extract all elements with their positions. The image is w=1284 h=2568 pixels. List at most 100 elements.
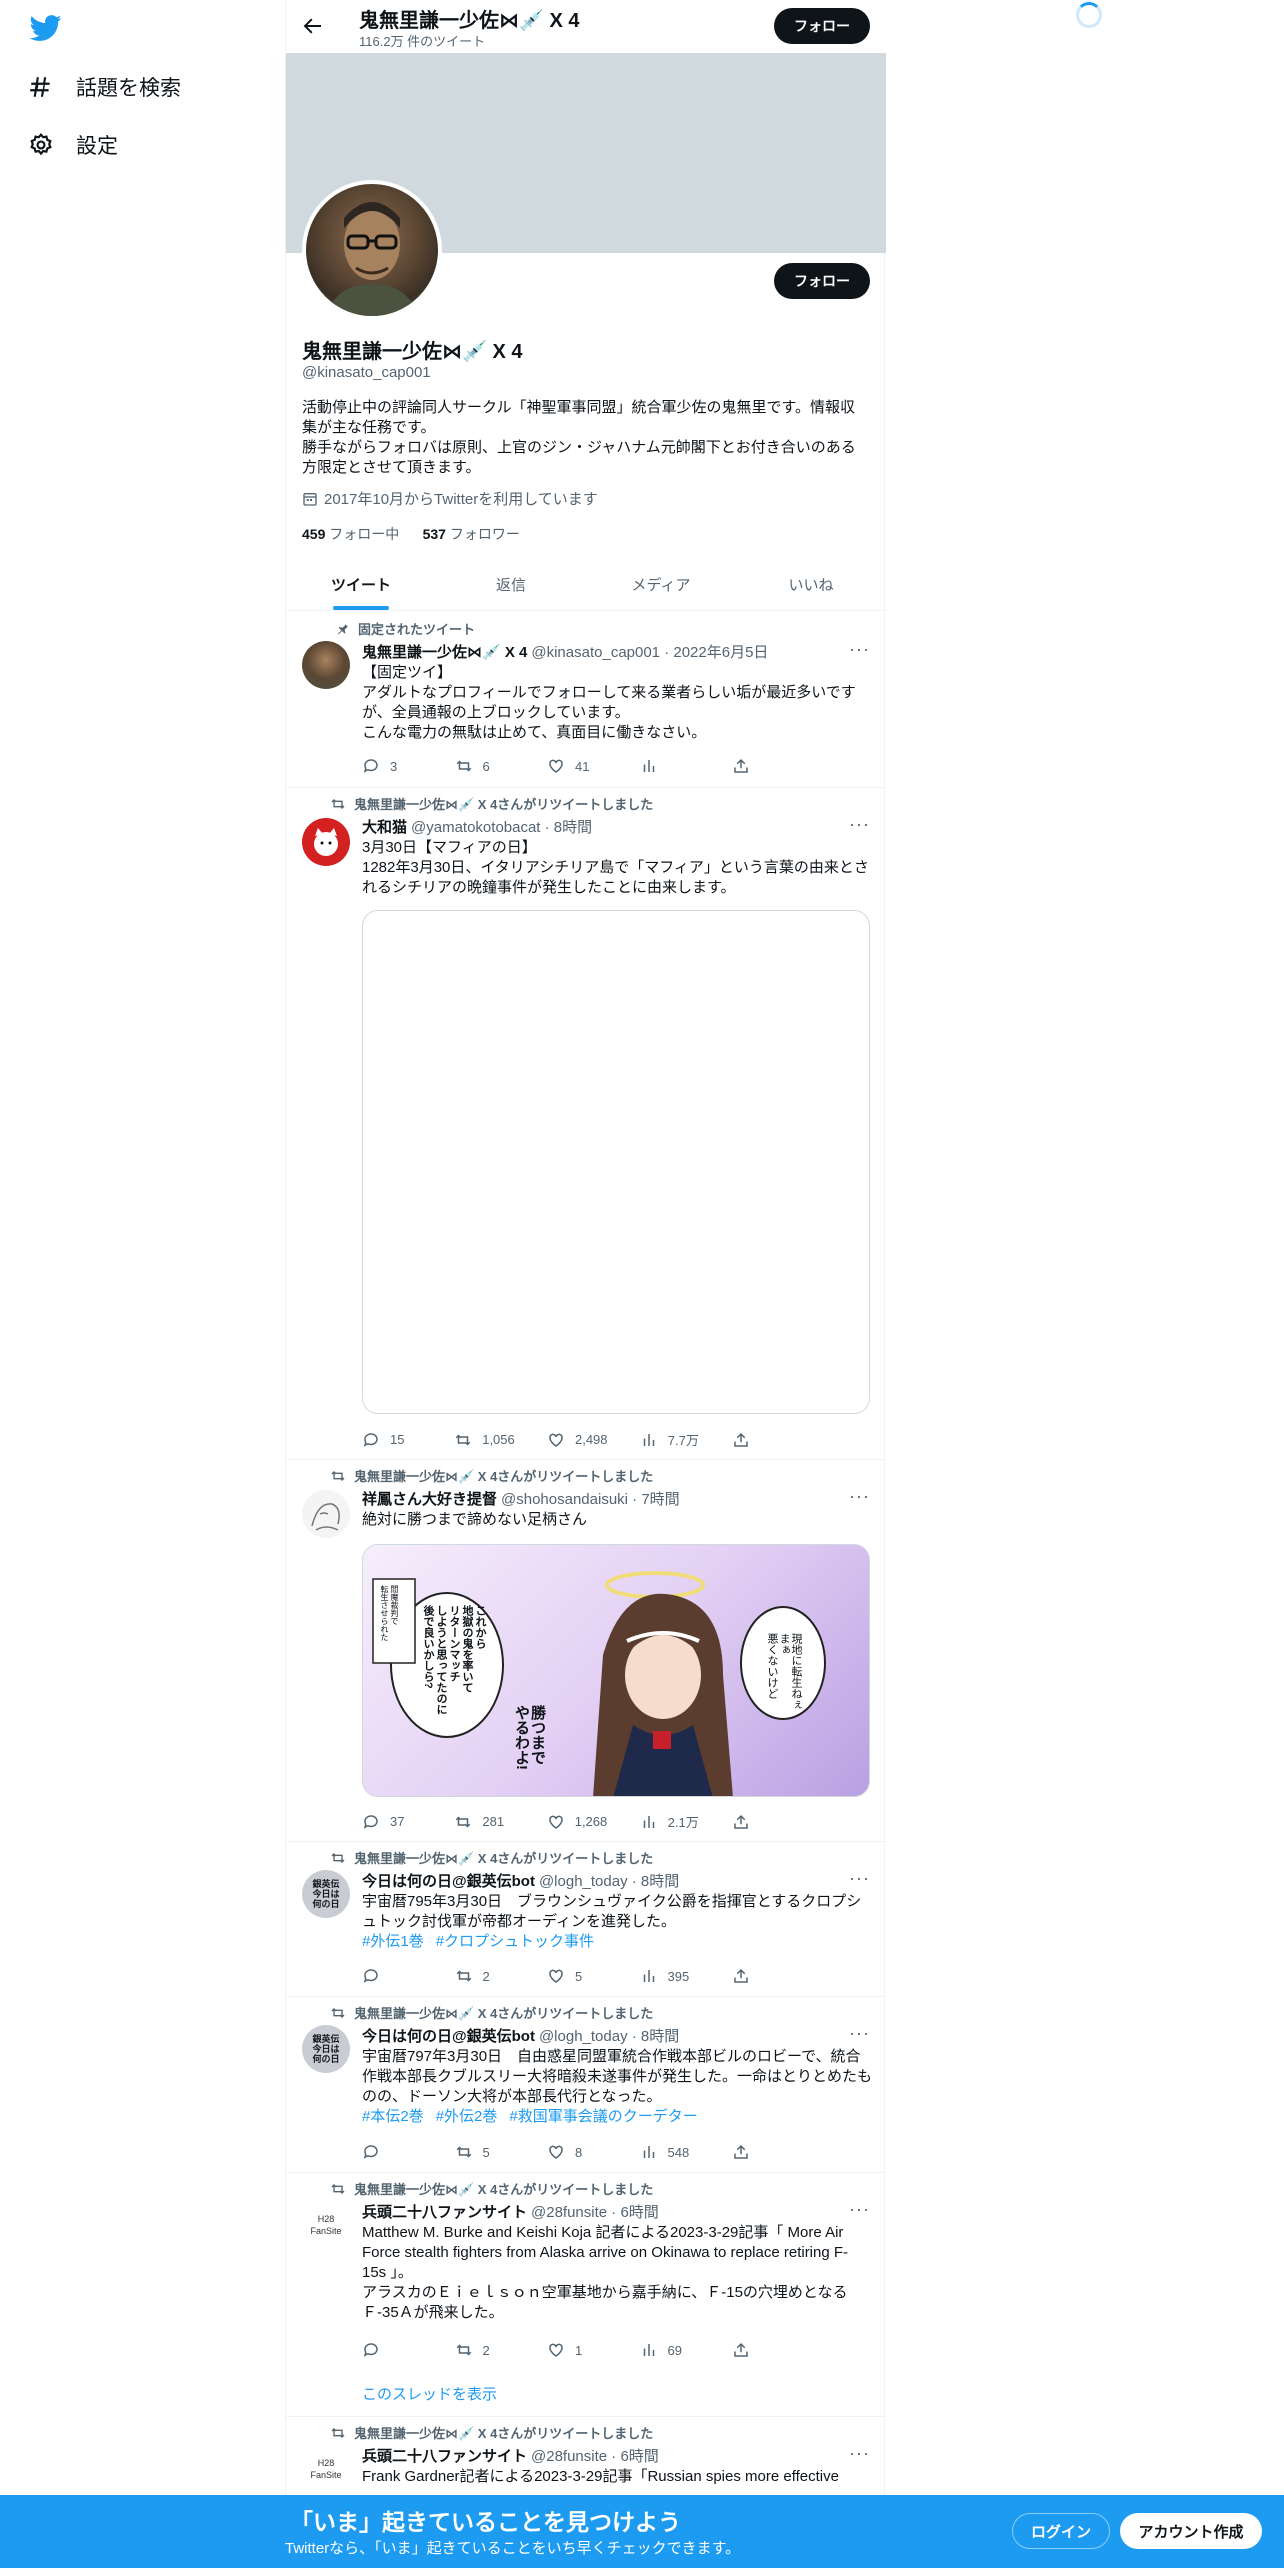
nav-explore[interactable]: 話題を検索 bbox=[28, 72, 181, 102]
views-button[interactable]: 69 bbox=[640, 2341, 700, 2359]
tweet-meta[interactable]: @28funsite · 6時間 bbox=[531, 2201, 659, 2222]
tweet-author-name[interactable]: 今日は何の日@銀英伝bot bbox=[362, 2025, 535, 2046]
tweet-image[interactable]: 現地に転生ねぇ まぁ 悪くないけど これから 地獄の鬼を率いて リターンマッチ … bbox=[362, 1544, 870, 1797]
retweet-button[interactable]: 2 bbox=[455, 2341, 515, 2359]
tweet-hashtags: #外伝1巻 #クロプシュトック事件 bbox=[362, 1932, 872, 1952]
more-options-icon[interactable]: ··· bbox=[849, 1868, 870, 1889]
views-button[interactable]: 395 bbox=[640, 1967, 700, 1985]
tweet-author-name[interactable]: 大和猫 bbox=[362, 816, 407, 837]
like-button[interactable]: 41 bbox=[547, 757, 607, 775]
retweet-button[interactable]: 1,056 bbox=[454, 1430, 515, 1449]
tweet-actions: 37 281 1,268 2.1万 bbox=[362, 1812, 792, 1831]
views-button[interactable] bbox=[640, 757, 700, 775]
tweet-author-name[interactable]: 祥鳳さん大好き提督 bbox=[362, 1488, 497, 1509]
login-button[interactable]: ログイン bbox=[1012, 2513, 1110, 2549]
share-button[interactable] bbox=[732, 757, 792, 775]
tweet-meta[interactable]: @shohosandaisuki · 7時間 bbox=[501, 1488, 680, 1509]
tab-replies[interactable]: 返信 bbox=[436, 558, 586, 610]
tweet-text: Frank Gardner記者による2023-3-29記事「Russian sp… bbox=[362, 2468, 839, 2485]
tweet-media-placeholder[interactable] bbox=[362, 910, 870, 1414]
hashtag-link[interactable]: #本伝2巻 bbox=[362, 2108, 424, 2125]
reply-button[interactable] bbox=[362, 2341, 422, 2359]
hashtag-link[interactable]: #外伝2巻 bbox=[436, 2108, 498, 2125]
tweet-retweet[interactable]: 鬼無里謙一少佐⋈💉 X 4さんがリツイートしました 銀英伝 今日は 何の日 今日… bbox=[286, 1842, 886, 1997]
more-options-icon[interactable]: ··· bbox=[849, 2023, 870, 2044]
tweet-avatar[interactable]: 銀英伝 今日は 何の日 bbox=[302, 1870, 350, 1918]
reply-button[interactable] bbox=[362, 1967, 422, 1985]
tweet-author-name[interactable]: 兵頭二十八ファンサイト bbox=[362, 2445, 527, 2466]
signup-button[interactable]: アカウント作成 bbox=[1120, 2513, 1262, 2549]
tweet-avatar[interactable]: H28 FanSite bbox=[302, 2445, 350, 2493]
retweet-button[interactable]: 6 bbox=[455, 757, 515, 775]
tweet-meta[interactable]: @logh_today · 8時間 bbox=[539, 1870, 679, 1891]
header-follow-button[interactable]: フォロー bbox=[774, 8, 870, 44]
tweet-retweet[interactable]: 鬼無里謙一少佐⋈💉 X 4さんがリツイートしました 銀英伝 今日は 何の日 今日… bbox=[286, 1997, 886, 2173]
more-options-icon[interactable]: ··· bbox=[849, 814, 870, 835]
profile-avatar[interactable] bbox=[302, 180, 442, 320]
like-button[interactable]: 5 bbox=[547, 1967, 607, 1985]
tweet-retweet[interactable]: 鬼無里謙一少佐⋈💉 X 4さんがリツイートしました H28 FanSite 兵頭… bbox=[286, 2173, 886, 2417]
tweet-meta[interactable]: @kinasato_cap001 · 2022年6月5日 bbox=[531, 641, 768, 662]
tweet-context-text: 鬼無里謙一少佐⋈💉 X 4さんがリツイートしました bbox=[354, 1469, 654, 1484]
tweet-meta[interactable]: @28funsite · 6時間 bbox=[531, 2445, 659, 2466]
more-options-icon[interactable]: ··· bbox=[849, 2443, 870, 2464]
following-link[interactable]: 459 フォロー中 bbox=[302, 526, 399, 542]
share-button[interactable] bbox=[732, 2143, 792, 2161]
retweet-icon bbox=[331, 798, 345, 809]
tab-tweets[interactable]: ツイート bbox=[286, 558, 436, 610]
share-button[interactable] bbox=[732, 1967, 792, 1985]
tweet-avatar[interactable] bbox=[302, 641, 350, 689]
profile-bio: 活動停止中の評論同人サークル「神聖軍事同盟」統合軍少佐の鬼無里です。情報収集が主… bbox=[302, 398, 867, 478]
share-button[interactable] bbox=[732, 2341, 792, 2359]
followers-link[interactable]: 537 フォロワー bbox=[423, 526, 520, 542]
like-button[interactable]: 1,268 bbox=[547, 1812, 607, 1831]
retweet-button[interactable]: 5 bbox=[455, 2143, 515, 2161]
share-button[interactable] bbox=[732, 1812, 792, 1831]
more-options-icon[interactable]: ··· bbox=[849, 2199, 870, 2220]
views-button[interactable]: 548 bbox=[640, 2143, 700, 2161]
like-button[interactable]: 8 bbox=[547, 2143, 607, 2161]
show-thread-link[interactable]: このスレッドを表示 bbox=[362, 2383, 497, 2404]
nav-settings[interactable]: 設定 bbox=[28, 130, 118, 160]
tweet-context: 鬼無里謙一少佐⋈💉 X 4さんがリツイートしました bbox=[330, 2003, 653, 2022]
tweet-meta[interactable]: @yamatokotobacat · 8時間 bbox=[411, 816, 592, 837]
tweet-author-name[interactable]: 鬼無里謙一少佐⋈💉 X 4 bbox=[362, 641, 527, 662]
tweet-avatar[interactable]: 銀英伝 今日は 何の日 bbox=[302, 2025, 350, 2073]
signup-banner: 「いま」起きていることを見つけよう Twitterなら、「いま」起きていることを… bbox=[0, 2495, 1284, 2568]
like-button[interactable]: 1 bbox=[547, 2341, 607, 2359]
reply-count: 15 bbox=[390, 1432, 405, 1447]
hashtag-link[interactable]: #外伝1巻 bbox=[362, 1933, 424, 1950]
tweet-meta[interactable]: @logh_today · 8時間 bbox=[539, 2025, 679, 2046]
like-button[interactable]: 2,498 bbox=[547, 1430, 608, 1449]
more-options-icon[interactable]: ··· bbox=[849, 639, 870, 660]
tweet-retweet[interactable]: 鬼無里謙一少佐⋈💉 X 4さんがリツイートしました 大和猫 @yamatokot… bbox=[286, 788, 886, 1460]
avatar-text: H28 FanSite bbox=[310, 2214, 342, 2236]
tweet-avatar[interactable]: H28 FanSite bbox=[302, 2201, 350, 2249]
reply-button[interactable] bbox=[362, 2143, 422, 2161]
share-button[interactable] bbox=[732, 1430, 792, 1449]
tweet-context: 鬼無里謙一少佐⋈💉 X 4さんがリツイートしました bbox=[330, 1848, 653, 1867]
retweet-button[interactable]: 2 bbox=[455, 1967, 515, 1985]
reply-button[interactable]: 15 bbox=[362, 1430, 422, 1449]
views-button[interactable]: 2.1万 bbox=[640, 1812, 700, 1831]
back-arrow-icon[interactable] bbox=[300, 14, 324, 38]
hashtag-link[interactable]: #クロプシュトック事件 bbox=[436, 1933, 594, 1950]
tweet-avatar[interactable] bbox=[302, 1490, 350, 1538]
tweet-avatar[interactable] bbox=[302, 818, 350, 866]
tweet-author-name[interactable]: 今日は何の日@銀英伝bot bbox=[362, 1870, 535, 1891]
more-options-icon[interactable]: ··· bbox=[849, 1486, 870, 1507]
profile-follow-button[interactable]: フォロー bbox=[774, 263, 870, 299]
hashtag-link[interactable]: #救国軍事会議のクーデター bbox=[509, 2108, 697, 2125]
views-button[interactable]: 7.7万 bbox=[640, 1430, 700, 1449]
like-count: 8 bbox=[575, 2144, 583, 2160]
tweet-pinned[interactable]: 固定されたツイート 鬼無里謙一少佐⋈💉 X 4 @kinasato_cap001… bbox=[286, 611, 886, 788]
reply-button[interactable]: 3 bbox=[362, 757, 422, 775]
tab-likes[interactable]: いいね bbox=[736, 558, 886, 610]
tab-media[interactable]: メディア bbox=[586, 558, 736, 610]
tweet-author-line: 兵頭二十八ファンサイト @28funsite · 6時間 bbox=[362, 2445, 659, 2466]
tweet-author-name[interactable]: 兵頭二十八ファンサイト bbox=[362, 2201, 527, 2222]
retweet-button[interactable]: 281 bbox=[454, 1812, 514, 1831]
tweet-retweet[interactable]: 鬼無里謙一少佐⋈💉 X 4さんがリツイートしました 祥鳳さん大好き提督 @sho… bbox=[286, 1460, 886, 1842]
twitter-logo-icon[interactable] bbox=[28, 12, 64, 44]
reply-button[interactable]: 37 bbox=[362, 1812, 422, 1831]
